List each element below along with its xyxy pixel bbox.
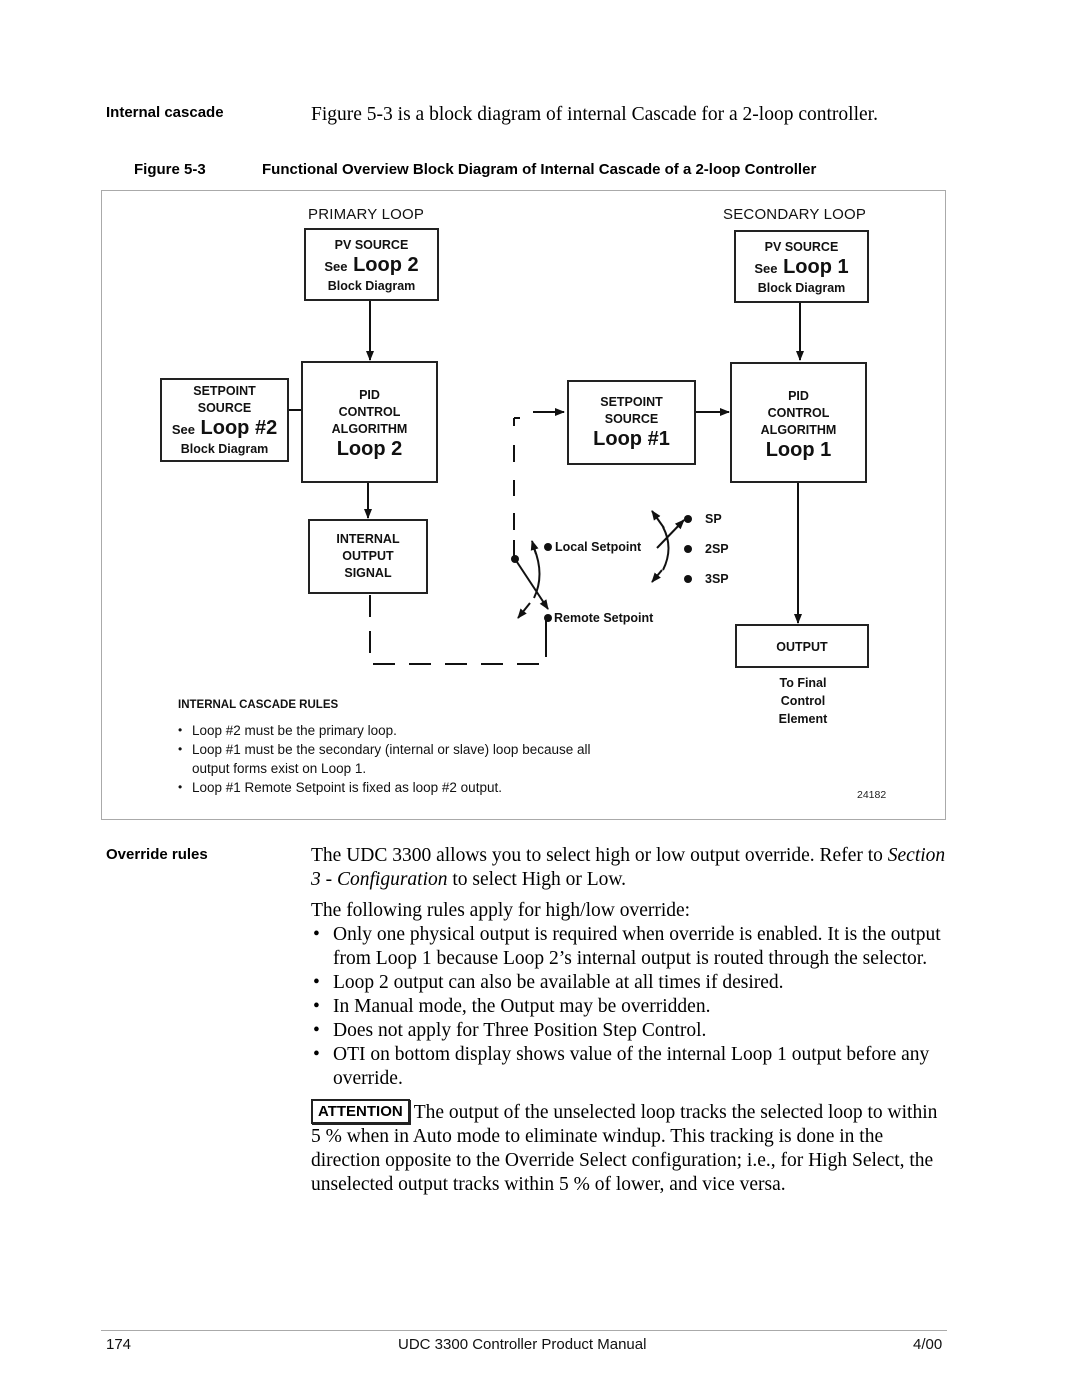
- dashed-cascade-path: [369, 595, 547, 665]
- footer-divider: [101, 1330, 947, 1331]
- sp-arc-arrow-up: [651, 510, 665, 529]
- sp-selector-arc: [662, 526, 670, 571]
- figure-id-code: 24182: [857, 789, 887, 801]
- attention-badge: ATTENTION: [311, 1099, 410, 1124]
- block-label: SETPOINT: [193, 384, 256, 398]
- sp-dot: [684, 515, 692, 523]
- see-label: See: [324, 259, 348, 274]
- override-section: The UDC 3300 allows you to select high o…: [311, 844, 951, 1197]
- output-note: To Final Control Element: [760, 674, 846, 728]
- loop-label: Loop 2: [336, 438, 403, 460]
- text-run: The UDC 3300 allows you to select high o…: [311, 845, 888, 866]
- see-label: See: [754, 261, 778, 276]
- rule-item: Loop #1 Remote Setpoint is fixed as loop…: [177, 778, 597, 797]
- section-heading-override-rules: Override rules: [106, 846, 208, 863]
- remote-setpoint-dot: [544, 614, 552, 622]
- page-number: 174: [106, 1336, 132, 1353]
- output-note-line: Element: [778, 712, 828, 726]
- block-label: INTERNAL: [336, 532, 400, 546]
- secondary-loop-heading: SECONDARY LOOP: [723, 206, 867, 223]
- loop-label: Loop 1: [783, 256, 849, 278]
- sp-arc-arrow-down: [651, 569, 663, 583]
- local-setpoint-dot: [544, 543, 552, 551]
- primary-setpoint-source-block: SETPOINT SOURCE See Loop #2 Block Diagra…: [160, 378, 289, 462]
- secondary-pv-source-block: PV SOURCE See Loop 1 Block Diagram: [734, 230, 869, 303]
- output-block: OUTPUT: [735, 624, 869, 668]
- loop-label: Loop 2: [353, 254, 419, 276]
- rules-list: Loop #2 must be the primary loop. Loop #…: [177, 721, 597, 797]
- block-label: SIGNAL: [344, 566, 392, 580]
- secondary-pid-block: PID CONTROL ALGORITHM Loop 1: [730, 362, 867, 483]
- primary-loop-heading: PRIMARY LOOP: [308, 206, 425, 223]
- primary-pv-source-block: PV SOURCE See Loop 2 Block Diagram: [304, 228, 439, 301]
- override-bullet: In Manual mode, the Output may be overri…: [311, 995, 951, 1019]
- loop-label: Loop 1: [765, 439, 832, 461]
- override-bullet-list: Only one physical output is required whe…: [311, 923, 951, 1091]
- publication-date: 4/00: [913, 1336, 943, 1353]
- loop-label: Loop #1: [593, 428, 670, 450]
- 2sp-label: 2SP: [705, 542, 729, 556]
- block-label: CONTROL: [338, 405, 401, 419]
- rule-item: Loop #1 must be the secondary (internal …: [177, 740, 597, 778]
- block-label: PV SOURCE: [334, 238, 409, 252]
- override-bullet: OTI on bottom display shows value of the…: [311, 1043, 951, 1091]
- block-label: PV SOURCE: [764, 240, 839, 254]
- block-label: SETPOINT: [600, 395, 663, 409]
- block-label: CONTROL: [767, 406, 830, 420]
- override-bullet: Only one physical output is required whe…: [311, 923, 951, 971]
- loop-label: Loop #2: [200, 417, 278, 439]
- block-label: PID: [788, 389, 809, 403]
- 3sp-dot: [684, 575, 692, 583]
- override-paragraph-2: The following rules apply for high/low o…: [311, 900, 691, 921]
- override-bullet: Does not apply for Three Position Step C…: [311, 1019, 951, 1043]
- secondary-setpoint-source-block: SETPOINT SOURCE Loop #1: [567, 380, 696, 465]
- remote-setpoint-label: Remote Setpoint: [554, 611, 654, 625]
- local-setpoint-label: Local Setpoint: [555, 540, 642, 554]
- sp-label: SP: [705, 512, 722, 526]
- block-label: ALGORITHM: [331, 422, 408, 436]
- block-label: OUTPUT: [776, 640, 828, 654]
- 3sp-label: 3SP: [705, 572, 729, 586]
- see-label: See: [171, 422, 195, 437]
- block-label: Block Diagram: [327, 279, 416, 293]
- block-label: Block Diagram: [180, 442, 269, 456]
- override-paragraph-1: The UDC 3300 allows you to select high o…: [311, 844, 951, 892]
- output-note-line: Control: [780, 694, 826, 708]
- rule-item: Loop #2 must be the primary loop.: [177, 721, 597, 740]
- block-label: PID: [359, 388, 380, 402]
- rules-title: INTERNAL CASCADE RULES: [178, 699, 339, 711]
- text-run: to select High or Low.: [447, 869, 627, 890]
- primary-pid-block: PID CONTROL ALGORITHM Loop 2: [301, 361, 438, 483]
- internal-output-signal-block: INTERNAL OUTPUT SIGNAL: [308, 519, 428, 594]
- block-label: Block Diagram: [757, 281, 846, 295]
- switch-arc-arrow-up: [530, 540, 539, 555]
- block-label: SOURCE: [197, 401, 252, 415]
- block-label: SOURCE: [604, 412, 659, 426]
- attention-paragraph: ATTENTION The output of the unselected lo…: [311, 1099, 947, 1197]
- override-bullet: Loop 2 output can also be available at a…: [311, 971, 951, 995]
- switch-arc-arrow-down: [517, 602, 531, 619]
- block-label: OUTPUT: [342, 549, 394, 563]
- output-note-line: To Final: [779, 676, 827, 690]
- manual-title: UDC 3300 Controller Product Manual: [398, 1336, 647, 1353]
- block-label: ALGORITHM: [760, 423, 837, 437]
- switch-lever: [514, 558, 549, 610]
- 2sp-dot: [684, 545, 692, 553]
